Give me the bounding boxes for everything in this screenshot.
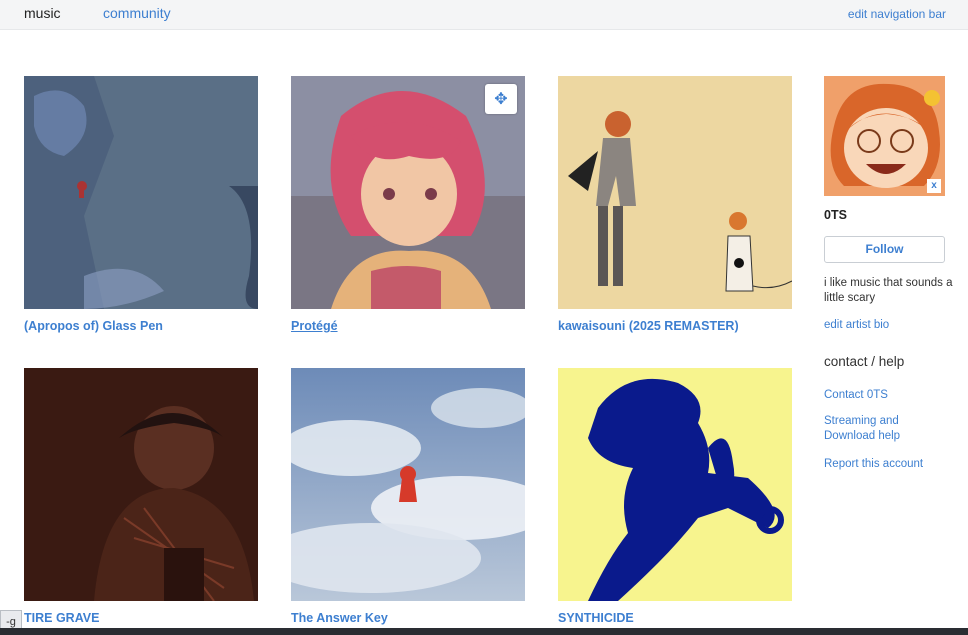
edit-artist-bio-link[interactable]: edit artist bio	[824, 319, 889, 331]
contact-artist-link[interactable]: Contact 0TS	[824, 388, 934, 403]
follow-button[interactable]: Follow	[824, 236, 945, 263]
album-art-synthicide[interactable]	[558, 368, 792, 601]
nav-music-link[interactable]: music	[24, 5, 61, 21]
nav-community-link[interactable]: community	[103, 5, 171, 21]
album-title[interactable]: kawaisouni (2025 REMASTER)	[558, 319, 739, 333]
album-title[interactable]: Protégé	[291, 319, 338, 333]
album-title[interactable]: SYNTHICIDE	[558, 611, 634, 625]
album-art-protege[interactable]: ✥	[291, 76, 525, 309]
streaming-download-help-link[interactable]: Streaming and Download help	[824, 414, 914, 444]
report-account-link[interactable]: Report this account	[824, 457, 934, 472]
top-nav: music community edit navigation bar	[0, 0, 968, 30]
album-art-kawaisouni[interactable]	[558, 76, 792, 309]
album-art-answer-key[interactable]	[291, 368, 525, 601]
album-title[interactable]: (Apropos of) Glass Pen	[24, 319, 163, 333]
contact-help-heading: contact / help	[824, 354, 905, 369]
album-art-tire-grave[interactable]	[24, 368, 258, 601]
album-art-glass-pen[interactable]	[24, 76, 258, 309]
edit-navigation-bar-link[interactable]: edit navigation bar	[848, 7, 946, 21]
album-title[interactable]: TIRE GRAVE	[24, 611, 99, 625]
close-icon[interactable]: x	[927, 179, 941, 193]
window-bottom-bar	[0, 628, 968, 635]
artist-bio: i like music that sounds a little scary	[824, 277, 953, 304]
move-icon[interactable]: ✥	[485, 84, 517, 114]
artist-avatar[interactable]: x	[824, 76, 945, 196]
artist-name: 0TS	[824, 208, 847, 222]
album-title[interactable]: The Answer Key	[291, 611, 388, 625]
